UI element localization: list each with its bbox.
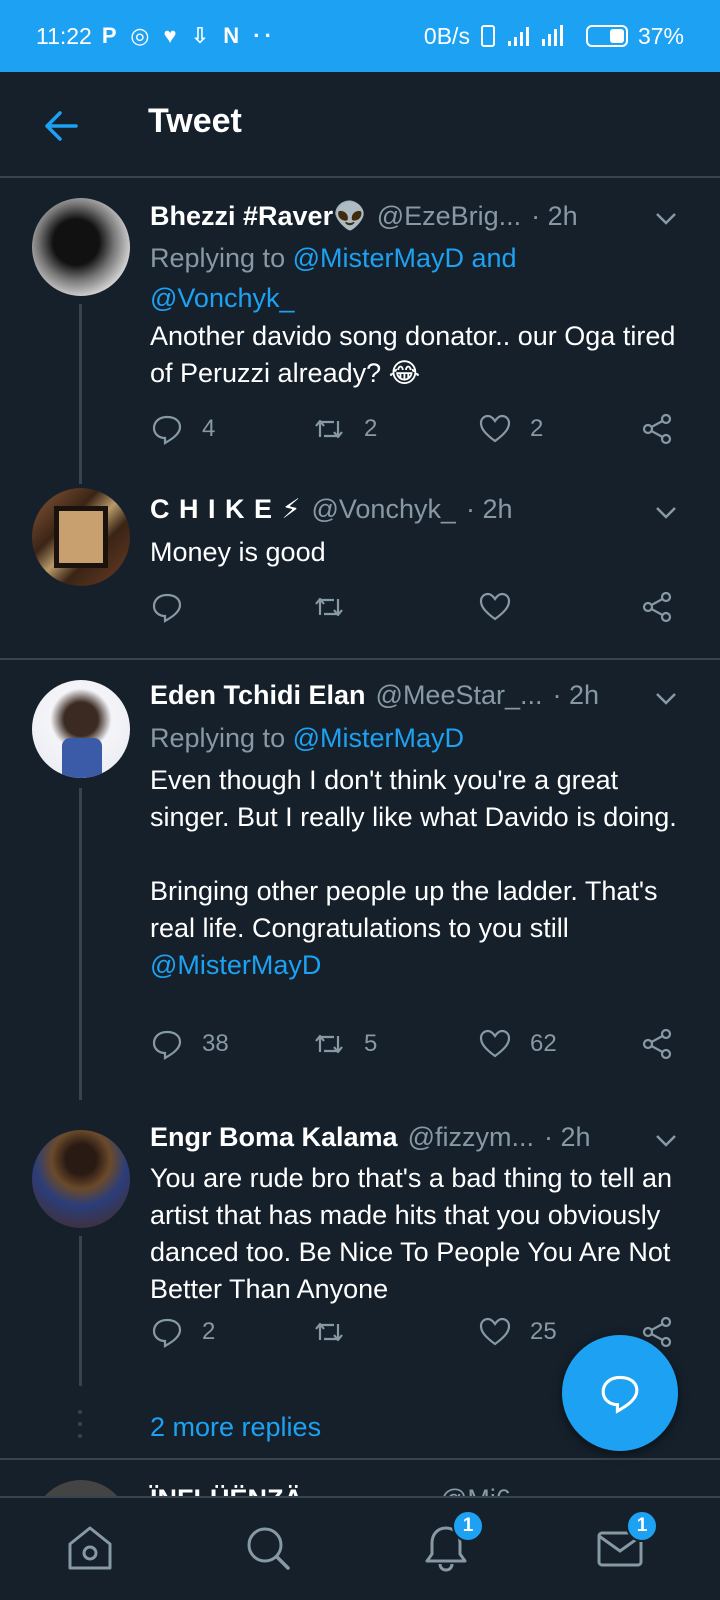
tweet-item[interactable]: Eden Tchidi Elan @MeeStar_... · 2h Reply… xyxy=(0,660,720,1100)
reply-icon xyxy=(601,1375,639,1414)
author-name[interactable]: Engr Boma Kalama xyxy=(150,1122,398,1153)
thread-line xyxy=(79,304,82,484)
tweet-time: · 2h xyxy=(465,494,513,524)
heart-icon xyxy=(479,592,511,621)
share-button[interactable] xyxy=(640,412,674,446)
share-button[interactable] xyxy=(640,590,674,624)
notifications-badge: 1 xyxy=(452,1510,484,1542)
share-icon xyxy=(642,1028,672,1060)
nav-home[interactable] xyxy=(62,1520,118,1576)
signal-icon xyxy=(507,25,563,46)
retweet-icon xyxy=(315,1322,343,1342)
author-name[interactable]: ÏNFLÜËNZÄ xyxy=(150,1484,303,1496)
replying-to: Replying to @MisterMayD xyxy=(150,723,465,753)
author-handle[interactable]: @Mi6... xyxy=(440,1484,533,1496)
like-button[interactable]: 62 xyxy=(478,1027,557,1061)
status-time: 11:22 xyxy=(36,22,92,49)
like-button[interactable]: 2 xyxy=(478,412,543,446)
tweet-item[interactable]: C H I K E ⚡ @Vonchyk_ · 2h Money is good xyxy=(0,470,720,660)
replying-to: Replying to @MisterMayD and @Vonchyk_ xyxy=(150,243,517,313)
tweet-text: Another davido song donator.. our Oga ti… xyxy=(150,321,683,388)
author-handle[interactable]: @fizzym... xyxy=(408,1122,534,1153)
avatar[interactable] xyxy=(32,488,130,586)
mention-link[interactable]: @MisterMayD and xyxy=(293,243,517,273)
tweet-time: · 2h xyxy=(531,201,578,231)
retweet-button[interactable] xyxy=(312,590,346,624)
more-replies-link[interactable]: 2 more replies xyxy=(150,1412,321,1443)
home-icon xyxy=(68,1526,112,1570)
reply-button[interactable]: 38 xyxy=(150,1027,229,1061)
reply-button[interactable]: 2 xyxy=(150,1315,215,1349)
tweet-item[interactable]: Bhezzi #Raver👽 @EzeBrig... · 2h Replying… xyxy=(0,180,720,484)
author-handle[interactable]: @MeeStar_... xyxy=(376,680,543,711)
reply-icon xyxy=(152,415,182,445)
share-icon xyxy=(642,413,672,445)
app-header: Tweet xyxy=(0,72,720,178)
avatar[interactable] xyxy=(32,680,130,778)
chevron-down-icon[interactable] xyxy=(652,1126,680,1154)
reply-button[interactable]: 4 xyxy=(150,412,215,446)
avatar[interactable] xyxy=(32,198,130,296)
tweet-text: You are rude bro that's a bad thing to t… xyxy=(150,1163,680,1304)
tweet-actions: 38 5 62 xyxy=(150,1027,690,1067)
heart-icon xyxy=(479,414,511,443)
reply-icon xyxy=(152,593,182,623)
battery-level: 37% xyxy=(637,22,684,49)
reply-icon xyxy=(152,1030,182,1060)
share-icon xyxy=(642,591,672,623)
phone-icon xyxy=(480,25,495,47)
mention-link[interactable]: @Vonchyk_ xyxy=(150,283,295,313)
share-button[interactable] xyxy=(640,1027,674,1061)
mention-link[interactable]: @MisterMayD xyxy=(293,723,464,753)
mention-link[interactable]: @MisterMayD xyxy=(150,950,321,980)
divider xyxy=(0,1458,720,1460)
bottom-nav: 1 1 xyxy=(0,1496,720,1600)
retweet-icon xyxy=(315,597,343,617)
tweet-text: Money is good xyxy=(150,537,326,567)
next-tweet-peek[interactable]: ÏNFLÜËNZÄ @Mi6... xyxy=(0,1462,720,1496)
heart-icon xyxy=(479,1029,511,1058)
page-title: Tweet xyxy=(148,102,242,140)
heart-icon xyxy=(479,1317,511,1346)
notification-icons: P ◎ ♥ ⇩ N ·· xyxy=(101,23,276,48)
search-icon xyxy=(247,1527,290,1570)
nav-messages[interactable]: 1 xyxy=(592,1510,658,1576)
tweet-actions: 4 2 2 xyxy=(150,412,690,452)
author-name[interactable]: Bhezzi #Raver👽 xyxy=(150,200,367,232)
thread-line xyxy=(79,788,82,1100)
chevron-down-icon[interactable] xyxy=(652,498,680,526)
tweet-time: · 2h xyxy=(552,680,600,710)
nav-search[interactable] xyxy=(240,1520,296,1576)
author-handle[interactable]: @Vonchyk_ xyxy=(311,494,456,525)
thread-dots xyxy=(78,1410,82,1438)
reply-button[interactable] xyxy=(150,590,184,624)
compose-reply-button[interactable] xyxy=(562,1335,678,1451)
tweet-time: · 2h xyxy=(543,1122,591,1152)
tweet-actions xyxy=(150,590,690,630)
retweet-icon xyxy=(315,1034,343,1054)
messages-badge: 1 xyxy=(626,1510,658,1542)
avatar[interactable] xyxy=(32,1130,130,1228)
author-name[interactable]: C H I K E ⚡ xyxy=(150,494,301,525)
back-arrow-icon[interactable] xyxy=(40,104,84,148)
avatar[interactable] xyxy=(32,1480,130,1496)
thread-line xyxy=(79,1236,82,1386)
network-speed: 0B/s xyxy=(423,22,470,49)
retweet-button[interactable]: 5 xyxy=(312,1027,377,1061)
retweet-icon xyxy=(315,419,343,439)
tweet-text: Even though I don't think you're a great… xyxy=(150,765,677,980)
author-handle[interactable]: @EzeBrig... xyxy=(377,201,521,232)
chevron-down-icon[interactable] xyxy=(652,684,680,712)
status-bar: 11:22 P ◎ ♥ ⇩ N ·· 0B/s 37% xyxy=(0,0,720,72)
retweet-button[interactable] xyxy=(312,1315,346,1349)
author-name[interactable]: Eden Tchidi Elan xyxy=(150,680,366,711)
like-button[interactable] xyxy=(478,590,512,624)
like-button[interactable]: 25 xyxy=(478,1315,557,1349)
nav-notifications[interactable]: 1 xyxy=(418,1510,484,1576)
retweet-button[interactable]: 2 xyxy=(312,412,377,446)
reply-icon xyxy=(152,1318,182,1348)
battery-icon xyxy=(585,25,628,47)
chevron-down-icon[interactable] xyxy=(652,204,680,232)
